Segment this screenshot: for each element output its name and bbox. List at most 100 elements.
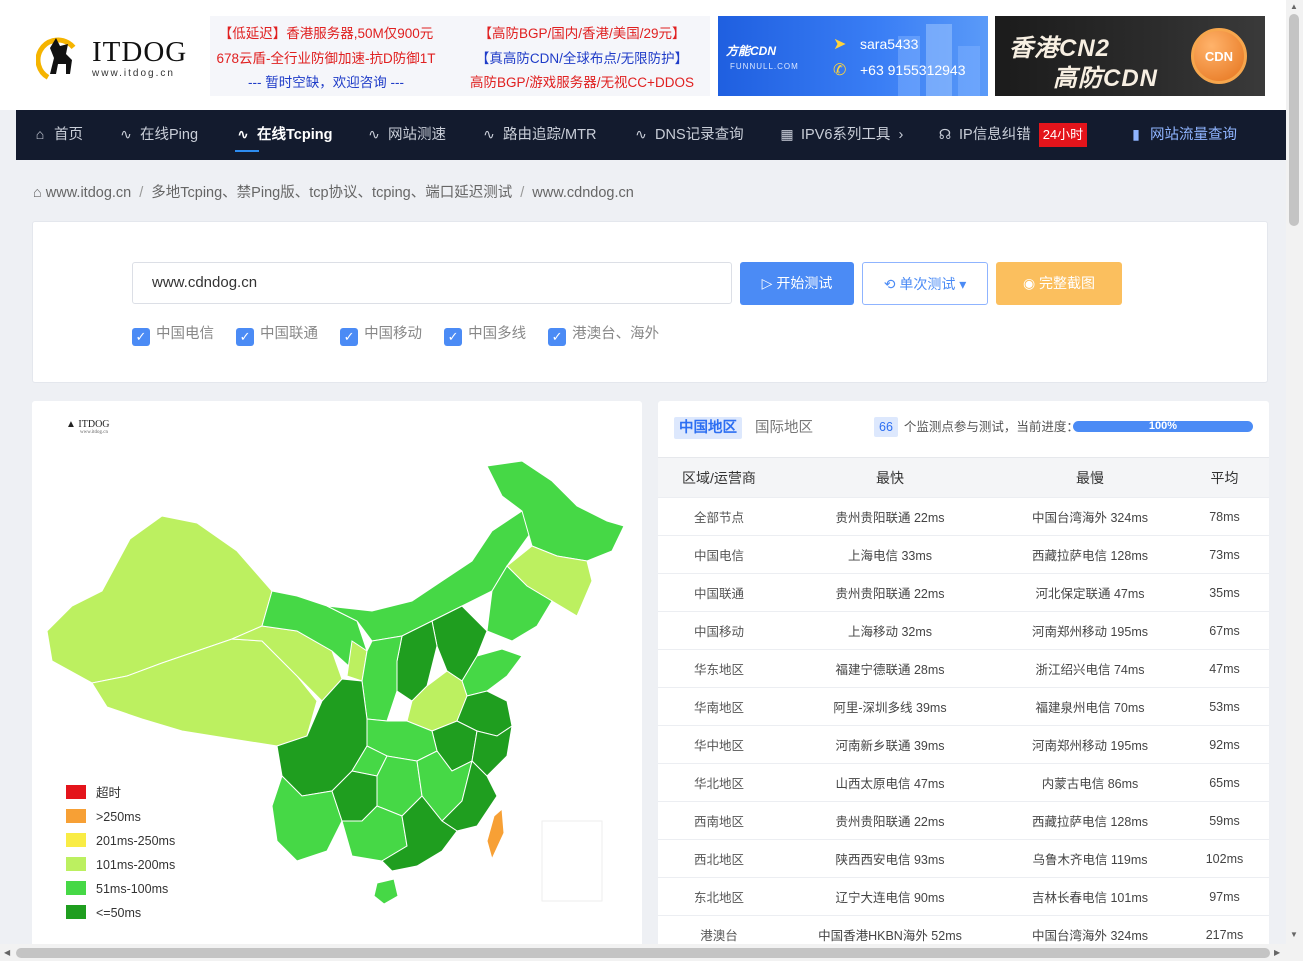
legend-swatch-51 <box>66 881 86 895</box>
scroll-thumb[interactable] <box>16 948 1270 958</box>
nav-label: 在线Tcping <box>257 127 333 143</box>
checkbox-label: 中国电信 <box>156 326 214 342</box>
host-input[interactable]: www.cdndog.cn <box>132 262 732 304</box>
checkbox-multiline[interactable]: ✓ 中国多线 <box>444 322 526 346</box>
table-row: 中国电信 上海电信 33ms 西藏拉萨电信 128ms 73ms <box>658 535 1269 574</box>
ad-link[interactable]: 【低延迟】香港服务器,50M仅900元 <box>206 22 446 42</box>
legend-item: 101ms-200ms <box>66 853 175 877</box>
check-icon: ✓ <box>444 328 463 346</box>
legend-label: 201ms-250ms <box>96 834 176 848</box>
ad-link[interactable]: 678云盾-全行业防御加速-抗D防御1T <box>206 47 446 67</box>
repeat-icon: ⟲ <box>883 276 900 292</box>
check-icon: ✓ <box>548 328 567 346</box>
nav-ip-correction[interactable]: ☊ IP信息纠错 24小时 <box>937 110 1088 160</box>
pulse-icon: ∿ <box>120 126 132 142</box>
breadcrumb-tool[interactable]: 多地Tcping、禁Ping版、tcp协议、tcping、端口延迟测试 <box>151 185 512 201</box>
cell-region: 全部节点 <box>658 497 780 536</box>
cell-fastest: 贵州贵阳联通 22ms <box>780 497 1000 536</box>
headset-icon: ☊ <box>938 126 952 142</box>
breadcrumb-current: www.cdndog.cn <box>532 185 634 201</box>
breadcrumb-home[interactable]: www.itdog.cn <box>46 185 131 201</box>
region-tabs: 中国地区 国际地区 <box>674 417 826 439</box>
legend-item: 超时 <box>66 781 175 805</box>
start-test-button[interactable]: ▷ 开始测试 <box>740 262 854 305</box>
scroll-right-icon[interactable]: ▶ <box>1274 948 1280 957</box>
cell-average: 73ms <box>1180 535 1269 574</box>
checkbox-overseas[interactable]: ✓ 港澳台、海外 <box>548 322 659 346</box>
building-graphic <box>898 24 980 96</box>
table-row: 华北地区 山西太原电信 47ms 内蒙古电信 86ms 65ms <box>658 763 1269 802</box>
cell-fastest: 辽宁大连电信 90ms <box>780 877 1000 916</box>
table-row: 华中地区 河南新乡联通 39ms 河南郑州移动 195ms 92ms <box>658 725 1269 764</box>
cell-region: 西南地区 <box>658 801 780 840</box>
cell-fastest: 贵州贵阳联通 22ms <box>780 801 1000 840</box>
hot-badge: 24小时 <box>1038 123 1088 147</box>
screenshot-label: 完整截图 <box>1039 275 1096 291</box>
cell-region: 中国移动 <box>658 611 780 650</box>
legend-label: <=50ms <box>96 906 142 920</box>
checkbox-telecom[interactable]: ✓ 中国电信 <box>132 322 214 346</box>
nav-label: 路由追踪/MTR <box>503 127 597 143</box>
south-china-sea-inset <box>541 820 603 902</box>
test-mode-dropdown[interactable]: ⟲ 单次测试 ▾ <box>862 262 988 305</box>
tab-china[interactable]: 中国地区 <box>674 417 742 439</box>
pulse-icon: ∿ <box>483 126 495 142</box>
cell-slowest: 中国台湾海外 324ms <box>1000 497 1180 536</box>
table-row: 中国移动 上海移动 32ms 河南郑州移动 195ms 67ms <box>658 611 1269 650</box>
nav-label: 首页 <box>54 127 83 143</box>
results-table: 区域/运营商 最快 最慢 平均 全部节点 贵州贵阳联通 22ms 中国台湾海外 32… <box>658 457 1269 954</box>
checkbox-mobile[interactable]: ✓ 中国移动 <box>340 322 422 346</box>
ad-link[interactable]: 【高防BGP/国内/香港/美国/29元】 <box>462 22 702 42</box>
telegram-contact: sara5433 <box>860 36 919 52</box>
scroll-down-icon[interactable]: ▼ <box>1290 930 1298 939</box>
nav-traceroute[interactable]: ∿ 路由追踪/MTR <box>481 110 596 160</box>
nav-dns[interactable]: ∿ DNS记录查询 <box>633 110 744 160</box>
scroll-thumb[interactable] <box>1289 14 1299 226</box>
nav-label: DNS记录查询 <box>655 127 744 143</box>
table-row: 华南地区 阿里-深圳多线 39ms 福建泉州电信 70ms 53ms <box>658 687 1269 726</box>
horizontal-scrollbar[interactable]: ◀ ▶ <box>0 944 1286 961</box>
vertical-scrollbar[interactable]: ▲ ▼ <box>1286 0 1303 961</box>
nav-label: IPV6系列工具 <box>801 127 891 143</box>
node-count: 66 <box>874 417 898 437</box>
cell-fastest: 上海电信 33ms <box>780 535 1000 574</box>
bar-chart-icon: ▮ <box>1132 126 1140 142</box>
nav-tcping[interactable]: ∿ 在线Tcping <box>235 110 332 160</box>
cell-average: 35ms <box>1180 573 1269 612</box>
funnull-banner[interactable]: 方能CDN FUNNULL.COM ➤ sara5433 ✆ +63 91553… <box>718 16 988 96</box>
nav-ping[interactable]: ∿ 在线Ping <box>118 110 198 160</box>
ad-link[interactable]: 【真高防CDN/全球布点/无限防护】 <box>462 47 702 67</box>
cell-slowest: 福建泉州电信 70ms <box>1000 687 1180 726</box>
screenshot-button[interactable]: ◉ 完整截图 <box>996 262 1122 305</box>
legend-swatch-timeout <box>66 785 86 799</box>
progress-text: 66 个监测点参与测试，当前进度： <box>874 417 1079 437</box>
scroll-up-icon[interactable]: ▲ <box>1290 2 1298 11</box>
col-average: 平均 <box>1180 457 1269 498</box>
legend-label: 101ms-200ms <box>96 858 176 872</box>
home-icon: ⌂ <box>33 185 42 201</box>
cell-fastest: 贵州贵阳联通 22ms <box>780 573 1000 612</box>
region-shaanxi <box>361 635 403 722</box>
ad-link[interactable]: --- 暂时空缺，欢迎咨询 --- <box>206 71 446 91</box>
search-card: www.cdndog.cn ▷ 开始测试 ⟲ 单次测试 ▾ ◉ 完整截图 ✓ 中国… <box>32 221 1268 383</box>
cn2-banner[interactable]: 香港CN2 高防CDN CDN <box>995 16 1265 96</box>
cell-average: 53ms <box>1180 687 1269 726</box>
cell-average: 67ms <box>1180 611 1269 650</box>
region-hainan <box>373 878 399 905</box>
itdog-logo[interactable]: ITDOG www.itdog.cn <box>36 30 196 82</box>
test-mode-label: 单次测试 <box>899 276 956 292</box>
main-nav: ⌂ 首页 ∿ 在线Ping ∿ 在线Tcping ∿ 网站测速 ∿ 路由追踪/MTR ∿ D… <box>16 110 1286 160</box>
checkbox-unicom[interactable]: ✓ 中国联通 <box>236 322 318 346</box>
play-icon: ▷ <box>761 275 777 291</box>
nav-home[interactable]: ⌂ 首页 <box>32 110 83 160</box>
nav-traffic[interactable]: ▮ 网站流量查询 <box>1128 110 1237 160</box>
scroll-left-icon[interactable]: ◀ <box>4 948 10 957</box>
nav-speedtest[interactable]: ∿ 网站测速 <box>366 110 446 160</box>
pulse-icon: ∿ <box>237 126 249 142</box>
logo-url: www.itdog.cn <box>92 68 175 79</box>
nav-ipv6[interactable]: ▦ IPV6系列工具 › <box>779 110 903 160</box>
cell-fastest: 上海移动 32ms <box>780 611 1000 650</box>
tab-international[interactable]: 国际地区 <box>750 417 818 439</box>
ad-link[interactable]: 高防BGP/游戏服务器/无视CC+DDOS <box>462 71 702 91</box>
map-legend: 超时 >250ms 201ms-250ms 101ms-200ms 51ms-1… <box>66 781 175 925</box>
